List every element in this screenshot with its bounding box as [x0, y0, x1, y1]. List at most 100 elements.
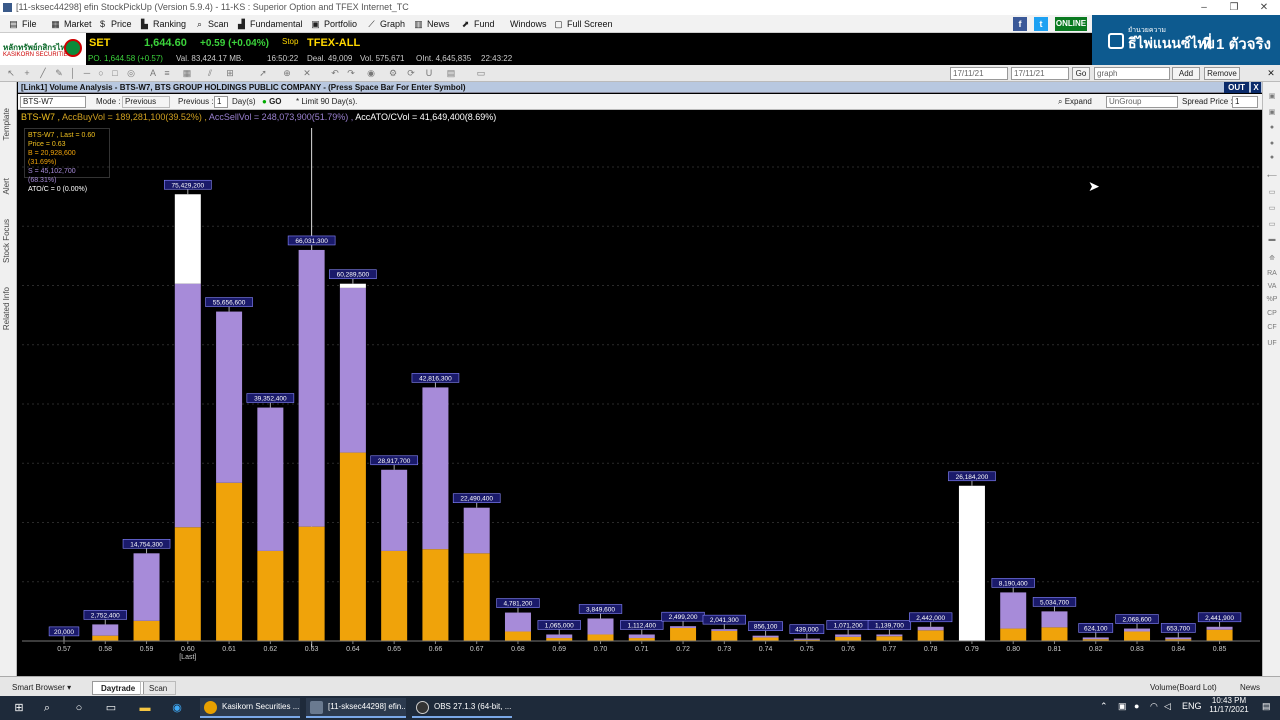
group-select[interactable]: UnGroup [1106, 96, 1178, 108]
crosshair-icon[interactable]: + [22, 68, 32, 78]
add-button[interactable]: Add [1172, 67, 1200, 80]
tool-icon[interactable]: ● [1266, 140, 1278, 147]
undo-icon[interactable]: ↶ [330, 68, 340, 78]
volume-chart-area[interactable]: 0.57 20,000 0.58 2,752,400 0.59 14,754,300 0.6… [18, 110, 1262, 676]
remove-button[interactable]: Remove [1204, 67, 1240, 80]
notification-icon[interactable]: ▤ [1262, 701, 1271, 712]
redo-icon[interactable]: ↷ [346, 68, 356, 78]
menu-fundamental[interactable]: ▟ Fundamental [236, 15, 303, 33]
expand-button[interactable]: ⌕ Expand [1058, 97, 1092, 107]
tool-icon[interactable]: ⟰ [1266, 254, 1278, 262]
task-view-icon[interactable]: ▭ [104, 701, 118, 715]
previous-input[interactable]: 1 [214, 96, 228, 108]
cortana-icon[interactable]: ○ [72, 701, 86, 715]
shape-icon[interactable]: ◎ [126, 68, 136, 78]
close-toolbar-icon[interactable]: ✕ [1266, 68, 1276, 78]
fib-icon[interactable]: ≡ [162, 68, 172, 78]
ruler-icon[interactable]: ⊞ [225, 68, 235, 78]
tab-cf[interactable]: CF [1266, 324, 1278, 331]
tool-icon[interactable]: ⟵ [1266, 172, 1278, 180]
tray-device-icon[interactable]: ▣ [1118, 701, 1127, 712]
vline-icon[interactable]: │ [68, 68, 78, 78]
tab-percent-p[interactable]: %P [1266, 296, 1278, 303]
wifi-icon[interactable]: ◠ [1150, 701, 1158, 712]
search-icon[interactable]: ⌕ [40, 701, 54, 715]
windows-start-icon[interactable]: ⊞ [12, 701, 26, 715]
menu-news[interactable]: ▥ News [413, 15, 449, 33]
date-to-input[interactable]: 17/11/21 [1011, 67, 1069, 80]
menu-full-screen[interactable]: ▢ Full Screen [553, 15, 612, 33]
tab-uf[interactable]: UF [1266, 340, 1278, 347]
spread-input[interactable]: 1 [1232, 96, 1258, 108]
refresh-icon[interactable]: ⟳ [406, 68, 416, 78]
minimize-button[interactable]: – [1189, 0, 1219, 15]
tab-related-info[interactable]: Related Info [2, 287, 11, 330]
edge-icon[interactable]: ◉ [170, 701, 184, 715]
tab-cp[interactable]: CP [1266, 310, 1278, 317]
circle-icon[interactable]: ○ [96, 68, 106, 78]
tool-icon[interactable]: ● [1266, 154, 1278, 161]
tab-va[interactable]: VA [1266, 283, 1278, 290]
task-efin[interactable]: [11-sksec44298] efin... [306, 698, 406, 718]
news-bar-button[interactable]: News Bar [1232, 681, 1280, 706]
tool-icon[interactable]: ▭ [1266, 220, 1278, 228]
out-button[interactable]: OUT [1224, 82, 1249, 93]
volume-mode[interactable]: Volume(Board Lot) [1142, 681, 1225, 695]
tool-icon[interactable]: ▭ [1266, 188, 1278, 196]
delete-icon[interactable]: ✕ [302, 68, 312, 78]
tab-ra[interactable]: RA [1266, 270, 1278, 277]
menu-market[interactable]: ▦ Market [50, 15, 91, 33]
menu-ranking[interactable]: ▙ Ranking [139, 15, 186, 33]
tab-scan[interactable]: Scan [140, 681, 177, 695]
menu-windows[interactable]: Windows [510, 15, 547, 33]
menu-price[interactable]: $ Price [97, 15, 132, 33]
pencil-icon[interactable]: ✎ [54, 68, 64, 78]
smart-browser-select[interactable]: Smart Browser ▾ [4, 681, 79, 695]
facebook-icon[interactable]: f [1013, 17, 1027, 31]
language-indicator[interactable]: ENG [1182, 701, 1202, 711]
tab-daytrade[interactable]: Daytrade [92, 681, 145, 695]
task-obs[interactable]: OBS 27.1.3 (64-bit, ... [412, 698, 512, 718]
menu-fund[interactable]: ⬈ Fund [460, 15, 495, 33]
file-explorer-icon[interactable]: ▬ [138, 701, 152, 715]
tool-icon[interactable]: ▬ [1266, 236, 1278, 243]
date-from-input[interactable]: 17/11/21 [950, 67, 1008, 80]
mode-select[interactable]: Previous [122, 96, 170, 108]
tab-template[interactable]: Template [2, 108, 11, 140]
menu-scan[interactable]: ⌕ Scan [194, 15, 229, 33]
microphone-icon[interactable]: ● [1134, 701, 1139, 711]
line-icon[interactable]: ╱ [38, 68, 48, 78]
volume-icon[interactable]: ◁ [1164, 701, 1171, 712]
task-kasikorn[interactable]: Kasikorn Securities ... [200, 698, 300, 718]
maximize-button[interactable]: ❐ [1219, 0, 1249, 15]
lock-icon[interactable]: ▤ [446, 68, 456, 78]
panel-close-button[interactable]: X [1251, 82, 1261, 93]
print-icon[interactable]: ▭ [476, 68, 486, 78]
text-icon[interactable]: A [148, 68, 158, 78]
tool-icon[interactable]: ▣ [1266, 108, 1278, 116]
menu-portfolio[interactable]: ▣ Portfolio [310, 15, 357, 33]
go-button[interactable]: Go [1072, 67, 1090, 80]
symbol-input[interactable]: BTS-W7 [20, 96, 86, 108]
palette-icon[interactable]: ◉ [366, 68, 376, 78]
tray-chevron-icon[interactable]: ⌃ [1100, 701, 1108, 712]
clock[interactable]: 10:43 PM 11/17/2021 [1206, 696, 1252, 714]
cursor-icon[interactable]: ↖ [6, 68, 16, 78]
uf-icon[interactable]: U [424, 68, 434, 78]
menu-graph[interactable]: ⟋ Graph [366, 15, 405, 33]
hline-icon[interactable]: ─ [82, 68, 92, 78]
tab-stock-focus[interactable]: Stock Focus [2, 219, 11, 263]
go-params-button[interactable]: ● GO [262, 97, 282, 106]
advert-banner[interactable]: ยำนวยความ ธีไพ่แนนซ์ไทย ที่ 1 ตัวจริง [1092, 15, 1280, 65]
tool-icon[interactable]: ▭ [1266, 204, 1278, 212]
graph-select[interactable]: graph [1094, 67, 1170, 80]
zoom-icon[interactable]: ⊕ [282, 68, 292, 78]
settings-icon[interactable]: ⚙ [388, 68, 398, 78]
close-window-button[interactable]: ✕ [1249, 0, 1279, 15]
twitter-icon[interactable]: t [1034, 17, 1048, 31]
channel-icon[interactable]: ⫽ [205, 68, 215, 78]
tool-icon[interactable]: ▣ [1266, 92, 1278, 100]
tool-icon[interactable]: ● [1266, 124, 1278, 131]
grid-icon[interactable]: ▦ [182, 68, 192, 78]
rect-icon[interactable]: □ [110, 68, 120, 78]
